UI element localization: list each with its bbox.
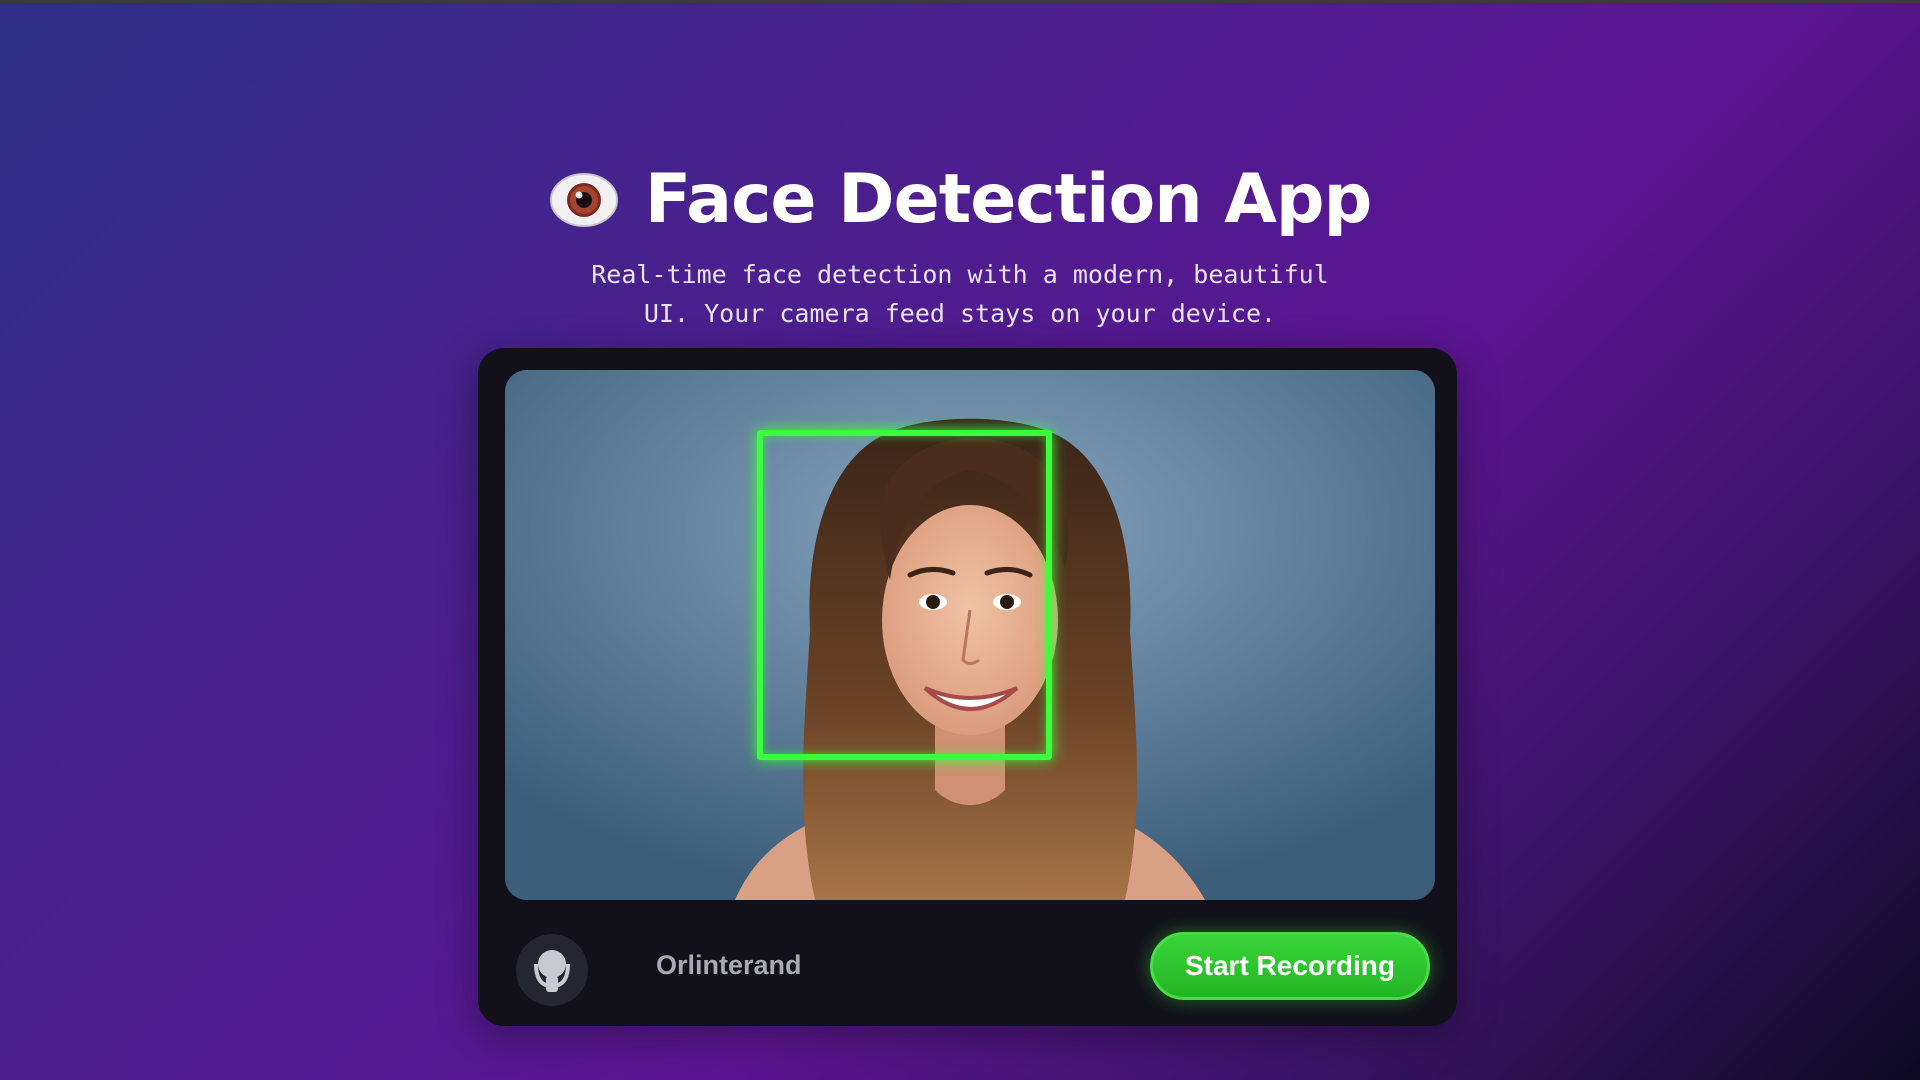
eye-icon (549, 172, 618, 227)
top-edge-line (0, 0, 1920, 3)
page-title: Face Detection App (644, 160, 1373, 239)
camera-card: Orlinterand Start Recording (478, 348, 1457, 1026)
camera-feed (505, 370, 1435, 900)
start-recording-button[interactable]: Start Recording (1150, 932, 1430, 1000)
username-label: Orlinterand (656, 950, 802, 980)
title-row: Face Detection App (0, 160, 1920, 239)
face-detection-box (757, 430, 1052, 760)
avatar[interactable] (516, 934, 588, 1006)
subtitle-line-1: Real-time face detection with a modern, … (591, 260, 1329, 289)
page-subtitle: Real-time face detection with a modern, … (560, 255, 1360, 333)
subtitle-line-2: UI. Your camera feed stays on your devic… (643, 299, 1277, 328)
page-header: Face Detection App Real-time face detect… (0, 160, 1920, 333)
user-avatar-icon (534, 950, 570, 992)
controls-bar: Orlinterand Start Recording (478, 900, 1457, 1026)
